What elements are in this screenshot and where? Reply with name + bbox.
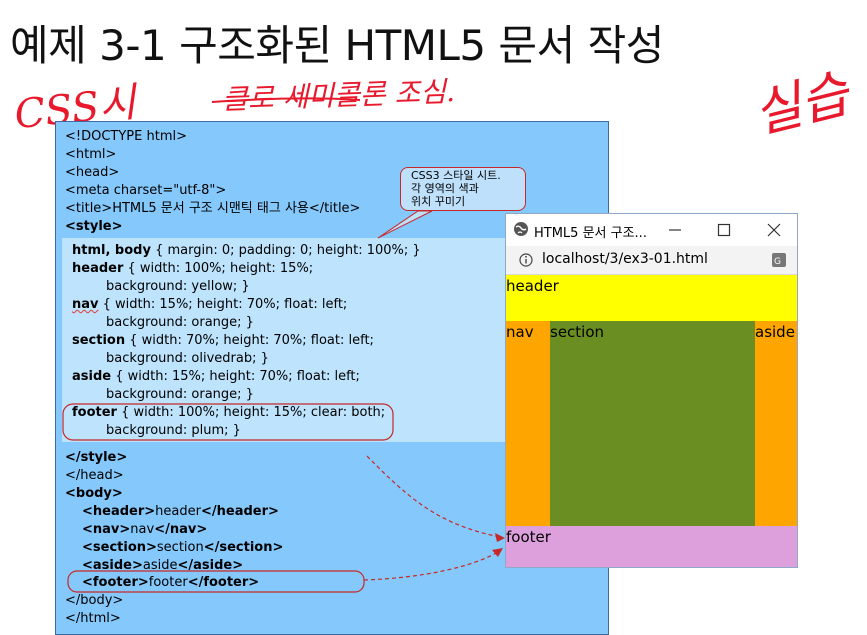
code-line-doctype: <!DOCTYPE html> (65, 129, 187, 144)
tag-close: </nav> (154, 522, 208, 537)
region-label: nav (506, 323, 534, 341)
code-line-aside-tag: <aside>aside</aside> (82, 557, 243, 575)
css-selector: aside (72, 369, 112, 384)
css-selector: section (72, 333, 126, 348)
code-line-html-close: </html> (65, 611, 121, 626)
css-selector: footer (72, 405, 117, 420)
css-rule-section: section { width: 70%; height: 70%; float… (72, 332, 374, 350)
css-declaration: { width: 70%; height: 70%; float: left; (125, 333, 374, 348)
code-line-title: <title>HTML5 문서 구조 시맨틱 태그 사용</title> (65, 201, 361, 216)
tag-close: </footer> (187, 575, 260, 590)
code-line-head-close: </head> (65, 468, 124, 483)
code-line-style-close: </style> (65, 450, 128, 465)
css-declaration: { width: 100%; height: 15%; clear: both; (116, 405, 386, 420)
css-rule-nav: nav { width: 15%; height: 70%; float: le… (72, 296, 347, 314)
css-rule-html-body: html, body { margin: 0; padding: 0; heig… (72, 242, 421, 260)
url-text[interactable]: localhost/3/ex3-01.html (542, 251, 708, 267)
annotation-note: 클로 세미콜론 조심. (221, 74, 456, 117)
code-line-body-close: </body> (65, 593, 124, 608)
code-line-html-open: <html> (65, 147, 117, 162)
code-line-style-open: <style> (65, 219, 123, 234)
code-line-footer-tag: <footer>footer</footer> (82, 574, 259, 592)
svg-text:G: G (774, 257, 781, 267)
region-label: header (506, 277, 559, 295)
css-rule-footer-cont: background: plum; } (106, 423, 241, 438)
region-nav: nav (506, 321, 550, 526)
maximize-icon[interactable] (717, 223, 731, 237)
css-rule-section-cont: background: olivedrab; } (106, 351, 269, 366)
css-rule-aside-cont: background: orange; } (106, 387, 254, 402)
callout-bubble: CSS3 스타일 시트. 각 영역의 색과 위치 꾸미기 (400, 167, 526, 211)
minimize-icon[interactable] (668, 223, 682, 237)
code-line-section-tag: <section>section</section> (82, 539, 283, 557)
tag-close: </section> (203, 540, 284, 555)
globe-icon (514, 222, 528, 236)
css-rule-nav-cont: background: orange; } (106, 315, 254, 330)
tag-close: </aside> (177, 558, 244, 573)
css-declaration: { width: 15%; height: 70%; float: left; (98, 297, 348, 312)
browser-tab-title[interactable]: HTML5 문서 구조... (534, 222, 647, 241)
css-declaration: { width: 100%; height: 15%; (123, 261, 314, 276)
region-section: section (550, 321, 755, 526)
code-line-nav-tag: <nav>nav</nav> (82, 521, 207, 539)
css-rule-footer: footer { width: 100%; height: 15%; clear… (72, 404, 385, 422)
code-line-head-open: <head> (65, 165, 120, 180)
browser-titlebar: HTML5 문서 구조... (506, 214, 797, 246)
info-icon[interactable] (519, 253, 533, 267)
code-line-body-open: <body> (65, 486, 123, 501)
address-bar[interactable]: localhost/3/ex3-01.html G (506, 246, 797, 275)
browser-window: HTML5 문서 구조... localhost/3/ex3-01.html G… (505, 213, 798, 568)
tag-text: footer (148, 575, 188, 590)
css-rule-header-cont: background: yellow; } (106, 279, 250, 294)
region-label: aside (755, 323, 795, 341)
css-declaration: { margin: 0; padding: 0; height: 100%; } (150, 243, 421, 258)
tag-text: aside (142, 558, 178, 573)
css-selector: header (72, 261, 124, 276)
tag-open: <footer> (82, 575, 149, 590)
tag-open: <nav> (82, 522, 131, 537)
code-line-header-tag: <header>header</header> (82, 503, 279, 521)
region-label: footer (506, 528, 551, 546)
css-selector: html, body (72, 243, 151, 258)
region-label: section (550, 323, 605, 341)
css-declaration: { width: 15%; height: 70%; float: left; (111, 369, 360, 384)
region-header: header (506, 275, 797, 321)
css-rule-aside: aside { width: 15%; height: 70%; float: … (72, 368, 360, 386)
code-line-meta: <meta charset="utf-8"> (65, 183, 227, 198)
close-icon[interactable] (767, 223, 781, 237)
region-footer: footer (506, 526, 797, 567)
css-selector: nav (72, 297, 99, 312)
region-aside: aside (755, 321, 797, 526)
tag-open: <header> (82, 504, 156, 519)
tag-open: <section> (82, 540, 157, 555)
css-rule-header: header { width: 100%; height: 15%; (72, 260, 313, 278)
tag-open: <aside> (82, 558, 143, 573)
translate-icon[interactable]: G (771, 252, 787, 268)
tag-text: section (156, 540, 204, 555)
tag-text: header (155, 504, 201, 519)
tag-close: </header> (200, 504, 279, 519)
tag-text: nav (130, 522, 155, 537)
